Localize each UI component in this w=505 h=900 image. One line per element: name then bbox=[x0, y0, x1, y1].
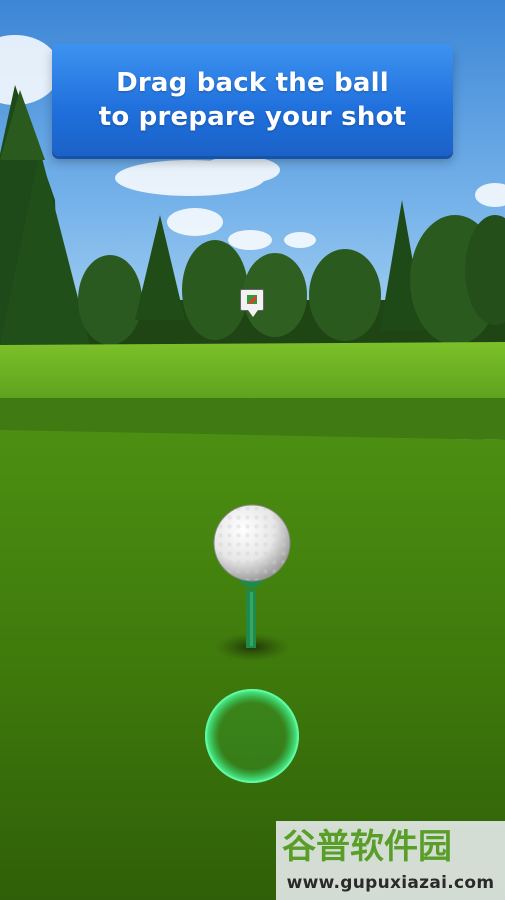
far-fairway bbox=[0, 342, 505, 400]
watermark: 谷普软件园 www.gupuxiazai.com bbox=[276, 821, 505, 900]
aim-ring-icon[interactable] bbox=[205, 689, 299, 783]
flag-pin-icon bbox=[240, 289, 264, 317]
flag-icon bbox=[247, 295, 257, 304]
golf-ball-icon[interactable] bbox=[213, 504, 291, 582]
tutorial-line-2: to prepare your shot bbox=[98, 102, 407, 132]
tutorial-line-1: Drag back the ball bbox=[116, 68, 389, 98]
watermark-logo: 谷普软件园 bbox=[282, 827, 452, 867]
watermark-url: www.gupuxiazai.com bbox=[286, 873, 495, 893]
watermark-logo-text: 谷普软件园 bbox=[282, 827, 452, 867]
tutorial-banner: Drag back the ball to prepare your shot bbox=[52, 44, 453, 156]
